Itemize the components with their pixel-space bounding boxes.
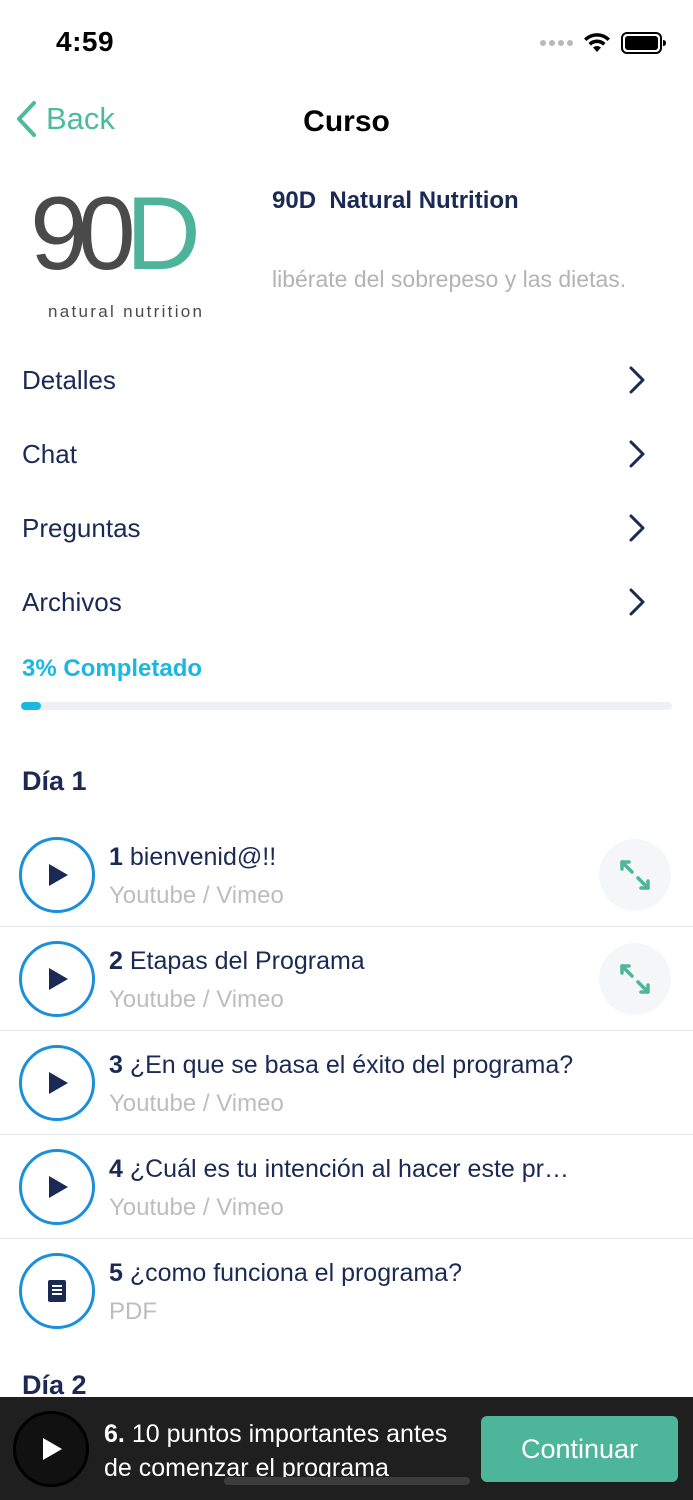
- course-title: 90D Natural Nutrition: [272, 187, 519, 214]
- play-icon: [49, 1176, 68, 1198]
- expand-button[interactable]: [599, 943, 671, 1015]
- status-icons: [540, 30, 667, 56]
- lesson-title: 2 Etapas del Programa: [109, 947, 365, 975]
- menu-item-detalles[interactable]: Detalles: [0, 343, 693, 417]
- lesson-title: 1 bienvenid@!!: [109, 843, 277, 871]
- day-heading: Día 1: [22, 766, 87, 796]
- player-lesson-number: 6.: [104, 1420, 125, 1448]
- play-button[interactable]: [19, 1149, 95, 1225]
- lesson-number: 2: [109, 947, 123, 975]
- menu-item-preguntas[interactable]: Preguntas: [0, 491, 693, 565]
- play-icon: [49, 1072, 68, 1094]
- lesson-title: 5 ¿como funciona el programa?: [109, 1259, 462, 1287]
- logo-accent-text: D: [125, 176, 201, 292]
- lesson-source: PDF: [109, 1298, 157, 1325]
- home-indicator: [224, 1477, 470, 1485]
- course-header: 90D natural nutrition 90D Natural Nutrit…: [0, 170, 693, 330]
- chevron-right-icon: [629, 588, 645, 616]
- lesson-item[interactable]: 4 ¿Cuál es tu intención al hacer este pr…: [0, 1135, 693, 1239]
- lesson-number: 4: [109, 1155, 123, 1183]
- lesson-item[interactable]: 2 Etapas del Programa Youtube / Vimeo: [0, 927, 693, 1031]
- play-button[interactable]: [19, 837, 95, 913]
- player-lesson-title: 6. 10 puntos importantes antes de comenz…: [104, 1420, 448, 1482]
- logo-tagline: natural nutrition: [48, 302, 205, 321]
- course-subtitle: libérate del sobrepeso y las dietas.: [272, 266, 627, 292]
- menu-item-archivos[interactable]: Archivos: [0, 565, 693, 639]
- progress-label: 3% Completado: [22, 655, 203, 682]
- lesson-source: Youtube / Vimeo: [109, 1090, 284, 1117]
- document-button[interactable]: [19, 1253, 95, 1329]
- lesson-list: 1 bienvenid@!! Youtube / Vimeo 2 Etapas …: [0, 823, 693, 1343]
- lesson-number: 1: [109, 843, 123, 871]
- play-button[interactable]: [19, 1045, 95, 1121]
- logo-main-text: 90: [30, 176, 136, 292]
- status-time: 4:59: [56, 26, 115, 57]
- lesson-source: Youtube / Vimeo: [109, 1194, 284, 1221]
- play-icon: [43, 1438, 62, 1460]
- lesson-item[interactable]: 3 ¿En que se basa el éxito del programa?…: [0, 1031, 693, 1135]
- chevron-right-icon: [629, 366, 645, 394]
- progress-bar: [21, 702, 672, 710]
- status-bar: 4:59: [0, 0, 693, 86]
- document-icon: [48, 1280, 66, 1302]
- continue-button[interactable]: Continuar: [481, 1416, 678, 1482]
- course-menu: Detalles Chat Preguntas Archivos: [0, 343, 693, 639]
- menu-item-label: Detalles: [22, 364, 116, 395]
- play-button[interactable]: [19, 941, 95, 1017]
- page-title: Curso: [303, 105, 390, 138]
- cellular-signal-icon: [540, 40, 573, 46]
- lesson-item[interactable]: 5 ¿como funciona el programa? PDF: [0, 1239, 693, 1343]
- navigation-bar: Back Curso: [0, 86, 693, 160]
- chevron-right-icon: [629, 514, 645, 542]
- chevron-right-icon: [629, 440, 645, 468]
- expand-icon: [620, 964, 650, 994]
- player-play-button[interactable]: [13, 1411, 89, 1487]
- lesson-title: 3 ¿En que se basa el éxito del programa?: [109, 1051, 574, 1079]
- wifi-icon: [584, 33, 610, 52]
- expand-icon: [620, 860, 650, 890]
- lesson-item[interactable]: 1 bienvenid@!! Youtube / Vimeo: [0, 823, 693, 927]
- lesson-source: Youtube / Vimeo: [109, 882, 284, 909]
- menu-item-label: Archivos: [22, 586, 122, 617]
- menu-item-chat[interactable]: Chat: [0, 417, 693, 491]
- lesson-source: Youtube / Vimeo: [109, 986, 284, 1013]
- lesson-number: 3: [109, 1051, 123, 1079]
- lesson-number: 5: [109, 1259, 123, 1287]
- course-logo: 90D natural nutrition: [30, 182, 240, 321]
- progress-fill: [21, 702, 41, 710]
- menu-item-label: Chat: [22, 438, 77, 469]
- play-icon: [49, 968, 68, 990]
- expand-button[interactable]: [599, 839, 671, 911]
- battery-icon: [621, 32, 666, 54]
- menu-item-label: Preguntas: [22, 512, 141, 543]
- lesson-title: 4 ¿Cuál es tu intención al hacer este pr…: [109, 1155, 569, 1183]
- play-icon: [49, 864, 68, 886]
